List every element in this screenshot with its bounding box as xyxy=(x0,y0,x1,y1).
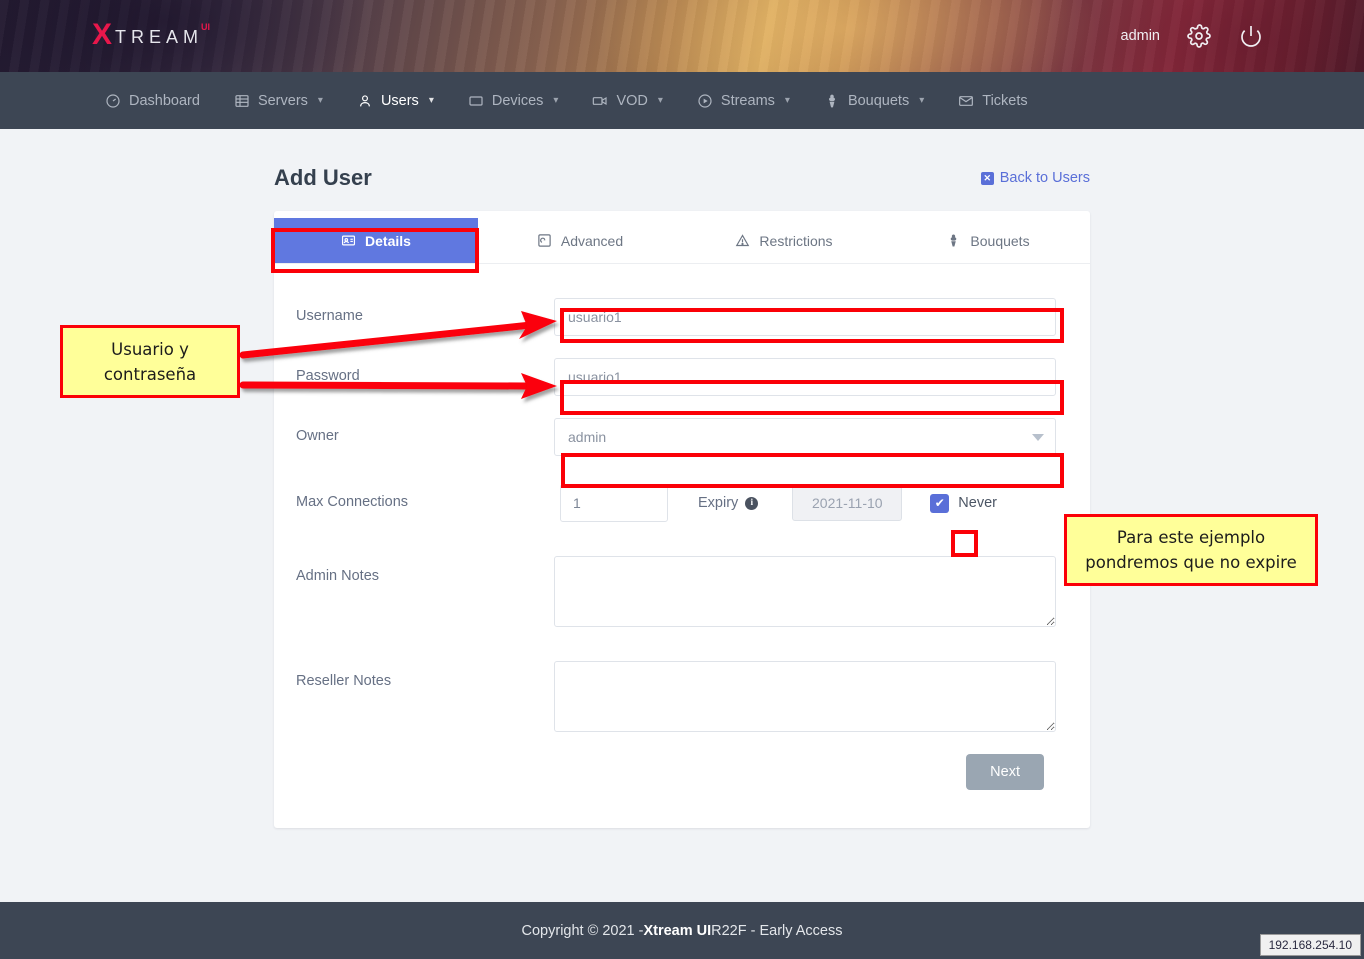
back-link-label: Back to Users xyxy=(1000,170,1090,186)
tab-bar: Details Advanced xyxy=(274,218,1090,264)
expiry-label: Expiry xyxy=(698,495,738,511)
footer-brand: Xtream UI xyxy=(643,923,711,939)
max-connections-input[interactable] xyxy=(560,484,668,522)
nav-label: Streams xyxy=(721,93,775,109)
tab-label: Bouquets xyxy=(970,233,1029,249)
reseller-notes-textarea[interactable] xyxy=(554,661,1056,732)
tab-restrictions[interactable]: Restrictions xyxy=(682,218,886,263)
nav-label: Users xyxy=(381,93,419,109)
nav-item-users[interactable]: Users ▾ xyxy=(340,72,451,129)
expiry-date-field[interactable]: 2021-11-10 xyxy=(792,485,902,521)
play-circle-icon xyxy=(697,93,713,109)
gauge-icon xyxy=(105,93,121,109)
footer-copyright-post: R22F - Early Access xyxy=(711,923,842,939)
form-row-password: Password xyxy=(296,358,1056,396)
back-to-users-link[interactable]: ✕ Back to Users xyxy=(981,170,1090,186)
logo-x-mark: X xyxy=(92,20,112,50)
nav-label: Devices xyxy=(492,93,544,109)
never-label: Never xyxy=(958,495,997,511)
app-logo[interactable]: X TREAM UI xyxy=(92,20,210,52)
content-container: Add User ✕ Back to Users xyxy=(274,129,1090,828)
chevron-down-icon: ▾ xyxy=(553,95,558,106)
nav-item-bouquets[interactable]: Bouquets ▾ xyxy=(807,72,941,129)
sliders-icon xyxy=(537,233,552,248)
form-row-connections-expiry: Max Connections Expiry i 2021-11-10 xyxy=(296,484,1056,522)
server-list-icon xyxy=(234,93,250,109)
form-row-owner: Owner admin xyxy=(296,418,1056,456)
page-header: Add User ✕ Back to Users xyxy=(274,165,1090,211)
chevron-down-icon: ▾ xyxy=(429,95,434,106)
tab-label: Details xyxy=(365,233,411,249)
tab-details[interactable]: Details xyxy=(274,218,478,263)
device-icon xyxy=(468,93,484,109)
reseller-notes-label: Reseller Notes xyxy=(296,661,554,689)
nav-item-vod[interactable]: VOD ▾ xyxy=(575,72,679,129)
admin-notes-textarea[interactable] xyxy=(554,556,1056,627)
chevron-down-icon xyxy=(1032,434,1044,441)
page-title: Add User xyxy=(274,165,372,191)
password-label: Password xyxy=(296,358,554,384)
footer-copyright-pre: Copyright © 2021 - xyxy=(522,923,644,939)
top-header-bar: X TREAM UI admin xyxy=(0,0,1364,72)
nav-label: Bouquets xyxy=(848,93,909,109)
tab-label: Restrictions xyxy=(759,233,832,249)
chevron-down-icon: ▾ xyxy=(658,95,663,106)
chevron-down-icon: ▾ xyxy=(919,95,924,106)
power-icon[interactable] xyxy=(1238,23,1264,49)
ip-address-badge: 192.168.254.10 xyxy=(1260,934,1361,956)
admin-notes-label: Admin Notes xyxy=(296,556,554,584)
chevron-down-icon: ▾ xyxy=(318,95,323,106)
main-navigation: Dashboard Servers ▾ Users ▾ xyxy=(0,72,1364,129)
form-row-username: Username xyxy=(296,298,1056,336)
username-label: Username xyxy=(296,298,554,324)
nav-item-dashboard[interactable]: Dashboard xyxy=(88,72,217,129)
gear-icon[interactable] xyxy=(1186,23,1212,49)
video-camera-icon xyxy=(592,93,608,109)
tab-advanced[interactable]: Advanced xyxy=(478,218,682,263)
page-content: Add User ✕ Back to Users xyxy=(0,129,1364,959)
nav-item-servers[interactable]: Servers ▾ xyxy=(217,72,340,129)
chevron-down-icon: ▾ xyxy=(785,95,790,106)
tab-bouquets[interactable]: Bouquets xyxy=(886,218,1090,263)
password-input[interactable] xyxy=(554,358,1056,396)
tab-label: Advanced xyxy=(561,233,623,249)
nav-item-tickets[interactable]: Tickets xyxy=(941,72,1044,129)
owner-selected-value: admin xyxy=(554,418,1056,456)
id-card-icon xyxy=(341,233,356,248)
never-checkbox[interactable]: ✔ xyxy=(930,494,949,513)
user-icon xyxy=(357,93,373,109)
form-actions: Next xyxy=(296,754,1056,794)
header-username[interactable]: admin xyxy=(1121,28,1161,44)
expiry-label-group: Expiry i xyxy=(698,495,758,511)
owner-select[interactable]: admin xyxy=(554,418,1056,456)
warning-triangle-icon xyxy=(735,233,750,248)
nav-label: Servers xyxy=(258,93,308,109)
info-icon[interactable]: i xyxy=(745,497,758,510)
never-checkbox-group: ✔ Never xyxy=(930,494,997,513)
add-user-form: Username Password Owner xyxy=(274,264,1090,828)
form-row-reseller-notes: Reseller Notes xyxy=(296,661,1056,732)
nav-label: Dashboard xyxy=(129,93,200,109)
logo-ui-superscript: UI xyxy=(201,20,210,32)
page-footer: Copyright © 2021 - Xtream UI R22F - Earl… xyxy=(0,902,1364,959)
envelope-icon xyxy=(958,93,974,109)
nav-item-devices[interactable]: Devices ▾ xyxy=(451,72,576,129)
max-connections-label: Max Connections xyxy=(296,484,560,510)
logo-wordmark: TREAM xyxy=(112,20,203,52)
nav-label: VOD xyxy=(616,93,647,109)
username-input[interactable] xyxy=(554,298,1056,336)
owner-label: Owner xyxy=(296,418,554,444)
nav-item-streams[interactable]: Streams ▾ xyxy=(680,72,807,129)
app-window: X TREAM UI admin xyxy=(0,0,1364,959)
x-square-icon: ✕ xyxy=(981,172,994,185)
next-button[interactable]: Next xyxy=(966,754,1044,790)
nav-label: Tickets xyxy=(982,93,1027,109)
add-user-card: Details Advanced xyxy=(274,211,1090,828)
bouquet-icon xyxy=(824,93,840,109)
header-right-controls: admin xyxy=(1121,0,1265,72)
bouquet-icon xyxy=(946,233,961,248)
form-row-admin-notes: Admin Notes xyxy=(296,556,1056,627)
